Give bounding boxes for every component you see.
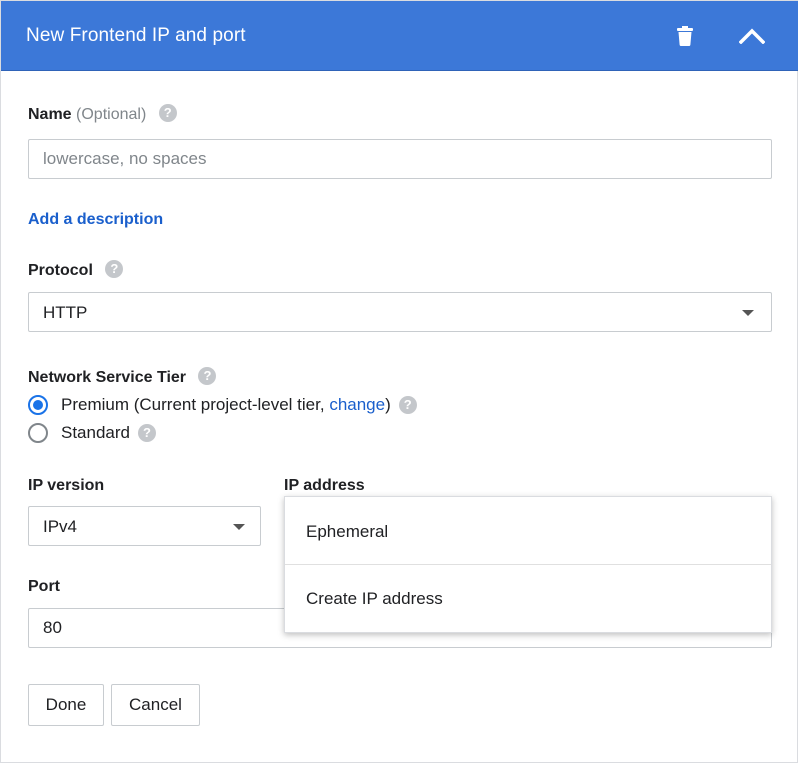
port-label: Port	[28, 578, 60, 596]
standard-help-icon[interactable]	[138, 424, 156, 442]
standard-label: Standard	[61, 423, 130, 442]
port-label-text: Port	[28, 578, 60, 595]
optional-text: (Optional)	[76, 106, 147, 124]
name-input[interactable]	[28, 139, 772, 179]
network-tier-label: Network Service Tier	[28, 367, 217, 387]
tier-option-premium[interactable]: Premium (Current project-level tier, cha…	[28, 393, 417, 417]
trash-icon	[677, 26, 693, 46]
add-description-link[interactable]: Add a description	[28, 211, 163, 229]
network-tier-help-icon[interactable]	[198, 367, 217, 385]
protocol-help-icon[interactable]	[105, 260, 124, 278]
ip-version-label-text: IP version	[28, 477, 105, 494]
panel-header: New Frontend IP and port	[1, 1, 798, 71]
name-label: Name (Optional)	[28, 104, 177, 124]
premium-label-text: Premium (Current project-level tier,	[61, 395, 330, 414]
protocol-label-text: Protocol	[28, 262, 93, 280]
chevron-up-icon	[739, 28, 765, 44]
change-tier-link[interactable]: change	[329, 395, 385, 414]
protocol-select[interactable]: HTTP	[28, 292, 772, 332]
premium-help-icon[interactable]	[398, 396, 417, 414]
protocol-selected-value: HTTP	[43, 303, 88, 322]
network-tier-label-text: Network Service Tier	[28, 369, 187, 387]
name-label-text: Name	[28, 106, 72, 124]
chevron-down-icon	[233, 524, 245, 530]
cancel-button[interactable]: Cancel	[111, 684, 200, 726]
frontend-config-panel: New Frontend IP and port Name (Optional)…	[0, 0, 798, 763]
collapse-button[interactable]	[731, 15, 773, 57]
protocol-label: Protocol	[28, 260, 124, 280]
name-help-icon[interactable]	[158, 104, 177, 122]
ip-address-label-text: IP address	[284, 477, 365, 494]
tier-option-standard[interactable]: Standard	[28, 421, 156, 445]
ip-option-ephemeral[interactable]: Ephemeral	[285, 499, 771, 565]
delete-button[interactable]	[664, 15, 706, 57]
ip-address-dropdown-menu: Ephemeral Create IP address	[284, 496, 772, 633]
premium-label-close: )	[385, 395, 391, 414]
ip-option-create[interactable]: Create IP address	[285, 566, 771, 632]
done-button[interactable]: Done	[28, 684, 104, 726]
ip-version-label: IP version	[28, 477, 104, 495]
chevron-down-icon	[742, 310, 754, 316]
ip-version-selected-value: IPv4	[43, 517, 78, 536]
premium-radio[interactable]	[28, 395, 48, 415]
standard-radio[interactable]	[28, 423, 48, 443]
ip-address-label: IP address	[284, 477, 365, 495]
ip-version-select[interactable]: IPv4	[28, 506, 261, 546]
panel-title: New Frontend IP and port	[26, 25, 246, 46]
premium-label: Premium (Current project-level tier, cha…	[61, 395, 391, 415]
